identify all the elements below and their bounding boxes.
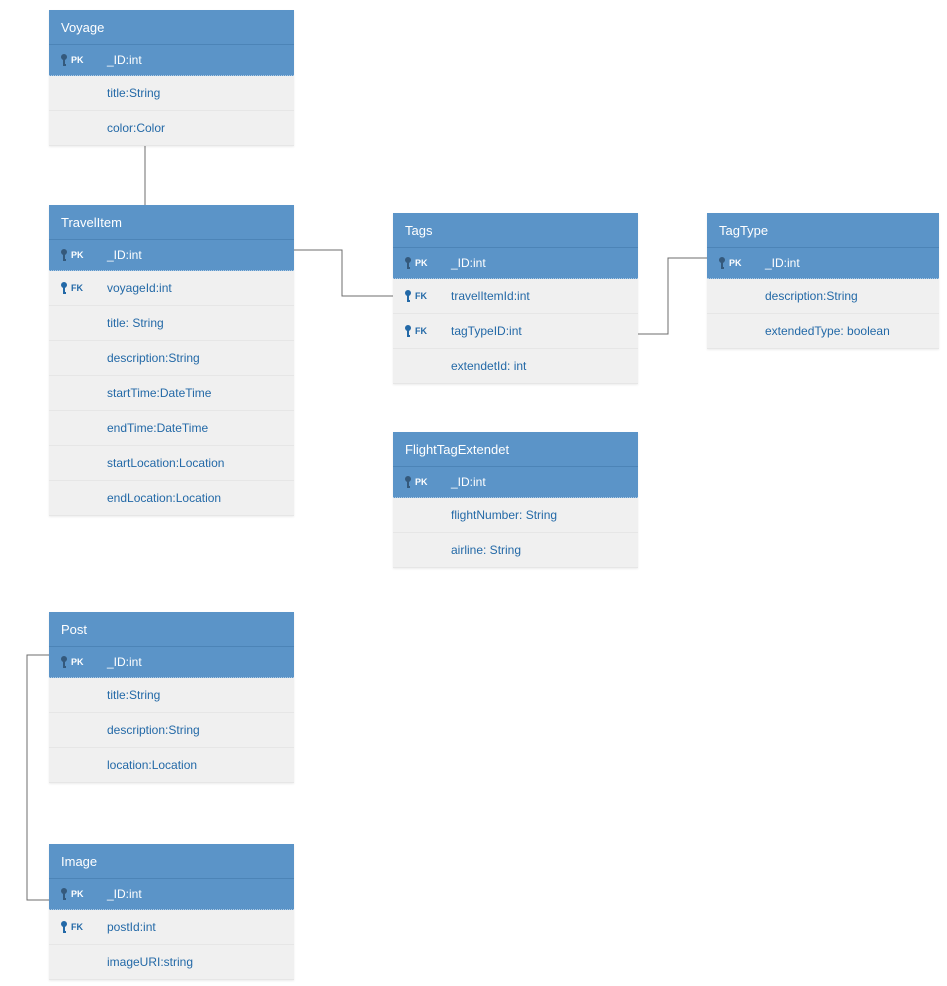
key-icon — [403, 289, 413, 303]
entity-flighttagextendet[interactable]: FlightTagExtendet PK _ID:int flightNumbe… — [393, 432, 638, 568]
key-tag: PK — [71, 55, 84, 65]
field-text: startTime:DateTime — [107, 386, 284, 400]
key-tag: PK — [71, 250, 84, 260]
attr-row: endTime:DateTime — [49, 411, 294, 446]
entity-title: Image — [49, 844, 294, 879]
attr-row: startLocation:Location — [49, 446, 294, 481]
fk-row: FK tagTypeID:int — [393, 314, 638, 349]
key-icon — [403, 475, 413, 489]
key-tag: PK — [415, 258, 428, 268]
field-text: voyageId:int — [107, 281, 284, 295]
field-text: _ID:int — [107, 248, 284, 262]
key-tag: PK — [729, 258, 742, 268]
key-icon — [59, 281, 69, 295]
field-text: _ID:int — [107, 53, 284, 67]
field-text: airline: String — [451, 543, 628, 557]
key-icon — [59, 248, 69, 262]
entity-voyage[interactable]: Voyage PK _ID:int title:String color:Col… — [49, 10, 294, 146]
field-text: extendetId: int — [451, 359, 628, 373]
pk-row: PK _ID:int — [49, 240, 294, 271]
field-text: _ID:int — [107, 655, 284, 669]
field-text: title: String — [107, 316, 284, 330]
attr-row: flightNumber: String — [393, 498, 638, 533]
pk-row: PK _ID:int — [393, 467, 638, 498]
pk-row: PK _ID:int — [393, 248, 638, 279]
field-text: title:String — [107, 86, 284, 100]
entity-image[interactable]: Image PK _ID:int FK postId:int imageURI:… — [49, 844, 294, 980]
field-text: description:String — [765, 289, 929, 303]
field-text: description:String — [107, 723, 284, 737]
key-tag: PK — [71, 889, 84, 899]
field-text: travelItemId:int — [451, 289, 628, 303]
field-text: color:Color — [107, 121, 284, 135]
attr-row: description:String — [49, 713, 294, 748]
key-tag: FK — [71, 922, 83, 932]
fk-row: FK travelItemId:int — [393, 279, 638, 314]
entity-travelitem[interactable]: TravelItem PK _ID:int FK voyageId:int ti… — [49, 205, 294, 516]
attr-row: extendetId: int — [393, 349, 638, 384]
field-text: endLocation:Location — [107, 491, 284, 505]
pk-row: PK _ID:int — [49, 45, 294, 76]
pk-row: PK _ID:int — [707, 248, 939, 279]
attr-row: title:String — [49, 678, 294, 713]
field-text: description:String — [107, 351, 284, 365]
attr-row: airline: String — [393, 533, 638, 568]
entity-tags[interactable]: Tags PK _ID:int FK travelItemId:int FK t… — [393, 213, 638, 384]
attr-row: location:Location — [49, 748, 294, 783]
key-icon — [59, 887, 69, 901]
entity-title: Tags — [393, 213, 638, 248]
field-text: location:Location — [107, 758, 284, 772]
field-text: _ID:int — [765, 256, 929, 270]
entity-title: Post — [49, 612, 294, 647]
key-tag: FK — [415, 326, 427, 336]
entity-title: FlightTagExtendet — [393, 432, 638, 467]
attr-row: endLocation:Location — [49, 481, 294, 516]
field-text: startLocation:Location — [107, 456, 284, 470]
pk-row: PK _ID:int — [49, 647, 294, 678]
key-tag: PK — [415, 477, 428, 487]
key-icon — [59, 655, 69, 669]
field-text: _ID:int — [107, 887, 284, 901]
field-text: endTime:DateTime — [107, 421, 284, 435]
key-icon — [717, 256, 727, 270]
attr-row: imageURI:string — [49, 945, 294, 980]
attr-row: color:Color — [49, 111, 294, 146]
key-icon — [403, 324, 413, 338]
entity-post[interactable]: Post PK _ID:int title:String description… — [49, 612, 294, 783]
attr-row: title:String — [49, 76, 294, 111]
fk-row: FK voyageId:int — [49, 271, 294, 306]
field-text: title:String — [107, 688, 284, 702]
attr-row: extendedType: boolean — [707, 314, 939, 349]
fk-row: FK postId:int — [49, 910, 294, 945]
key-icon — [403, 256, 413, 270]
attr-row: description:String — [49, 341, 294, 376]
pk-row: PK _ID:int — [49, 879, 294, 910]
entity-title: TravelItem — [49, 205, 294, 240]
entity-tagtype[interactable]: TagType PK _ID:int description:String ex… — [707, 213, 939, 349]
entity-title: TagType — [707, 213, 939, 248]
field-text: imageURI:string — [107, 955, 284, 969]
entity-title: Voyage — [49, 10, 294, 45]
field-text: flightNumber: String — [451, 508, 628, 522]
key-icon — [59, 53, 69, 67]
field-text: extendedType: boolean — [765, 324, 929, 338]
key-tag: PK — [71, 657, 84, 667]
key-tag: FK — [415, 291, 427, 301]
attr-row: description:String — [707, 279, 939, 314]
field-text: _ID:int — [451, 256, 628, 270]
field-text: tagTypeID:int — [451, 324, 628, 338]
field-text: _ID:int — [451, 475, 628, 489]
key-tag: FK — [71, 283, 83, 293]
attr-row: startTime:DateTime — [49, 376, 294, 411]
key-icon — [59, 920, 69, 934]
field-text: postId:int — [107, 920, 284, 934]
attr-row: title: String — [49, 306, 294, 341]
